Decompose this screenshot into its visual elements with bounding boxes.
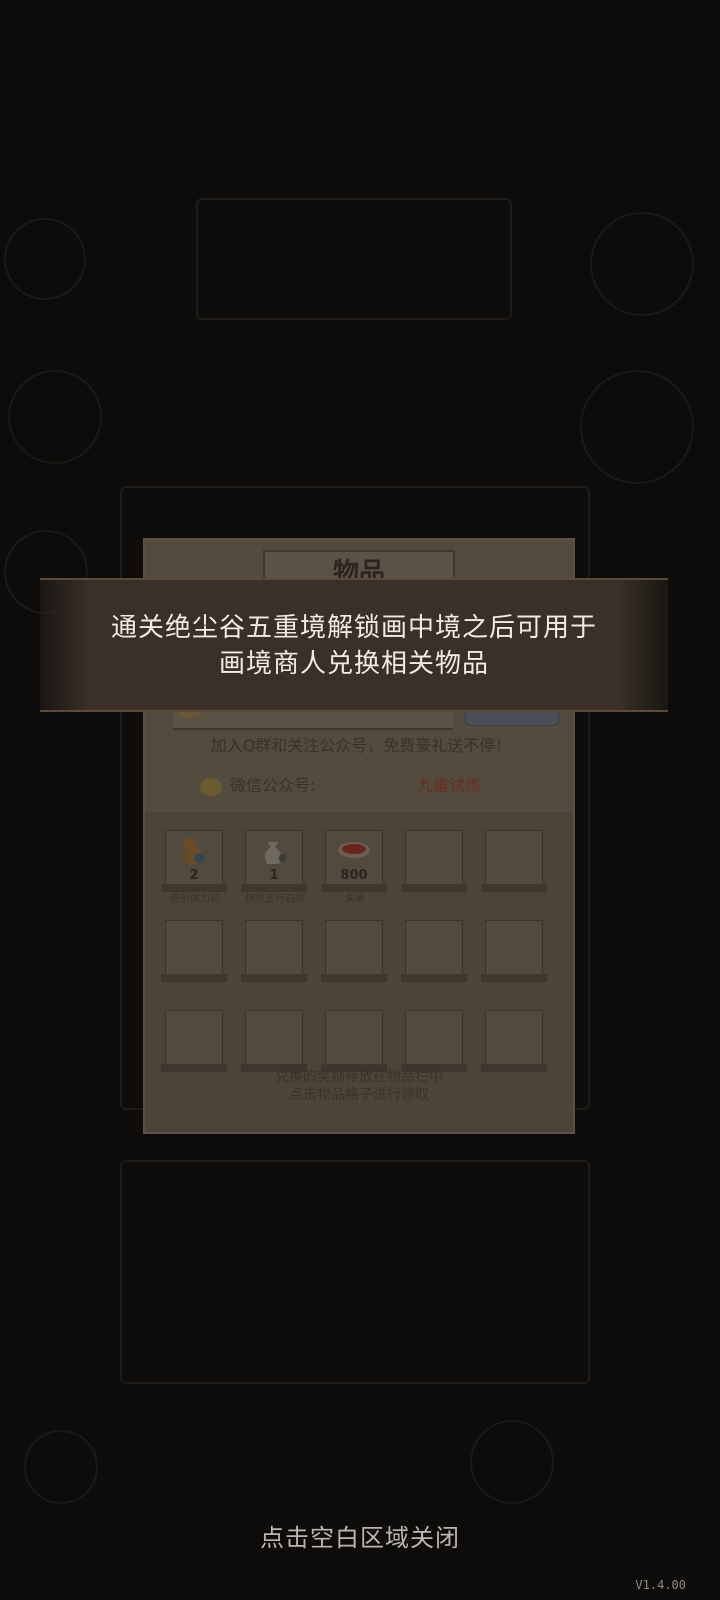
tooltip-banner: 通关绝尘谷五重境解锁画中境之后可用于 画境商人兑换相关物品 (40, 578, 668, 712)
tooltip-text: 通关绝尘谷五重境解锁画中境之后可用于 画境商人兑换相关物品 (40, 610, 668, 682)
inventory-slot[interactable]: 2 低阶体力药 (161, 828, 241, 906)
slot-frame (485, 1010, 543, 1066)
wechat-icon (200, 777, 222, 796)
item-name: 随机五行石袋 (245, 894, 305, 905)
storage-note: 兑换的奖励存放在物品栏中 点击物品格子进行领取 (145, 1068, 573, 1104)
inventory-slot-empty[interactable] (321, 918, 401, 996)
item-name: 朱墨 (345, 894, 365, 905)
inventory-slot-empty[interactable] (241, 918, 321, 996)
bg-left-icon-1 (4, 218, 86, 300)
slot-shadow (481, 884, 547, 892)
wechat-label: 微信公众号: (230, 776, 316, 795)
slot-frame (325, 920, 383, 976)
slot-shadow (161, 974, 227, 982)
bg-bottom-left-icon (24, 1430, 98, 1504)
gourd-icon (184, 838, 204, 865)
inventory-slot-empty[interactable] (401, 828, 481, 906)
item-count: 2 (189, 868, 199, 883)
bg-right-icon-2 (580, 370, 694, 484)
slot-frame (325, 1010, 383, 1066)
slot-shadow (241, 974, 307, 982)
bg-top-banner (196, 198, 512, 320)
slot-frame (485, 830, 543, 886)
item-name: 低阶体力药 (170, 894, 220, 905)
slot-frame (245, 920, 303, 976)
inventory-slot[interactable]: 800 朱墨 (321, 828, 401, 906)
storage-note-line1: 兑换的奖励存放在物品栏中 (275, 1069, 443, 1085)
slot-shadow (401, 884, 467, 892)
storage-note-line2: 点击物品格子进行领取 (289, 1087, 429, 1103)
inventory-grid: 2 低阶体力药 1 随机五行石袋 800 朱墨 (161, 828, 561, 1086)
slot-frame (485, 920, 543, 976)
inventory-slot-empty[interactable] (481, 828, 561, 906)
version-label: V1.4.00 (635, 1578, 686, 1592)
slot-frame (405, 830, 463, 886)
bg-bottom-right-icon (470, 1420, 554, 1504)
stone-bag-icon (264, 842, 287, 864)
slot-shadow (321, 974, 387, 982)
slot-frame (245, 1010, 303, 1066)
slot-shadow (481, 974, 547, 982)
slot-frame (405, 1010, 463, 1066)
item-count: 800 (340, 868, 368, 883)
inventory-slot-empty[interactable] (481, 918, 561, 996)
slot-frame (165, 1010, 223, 1066)
tooltip-line2: 画境商人兑换相关物品 (218, 649, 489, 679)
slot-shadow (401, 974, 467, 982)
tooltip-line1: 通关绝尘谷五重境解锁画中境之后可用于 (110, 613, 597, 643)
wechat-account-name: 九重试炼 (417, 776, 482, 795)
wechat-label-row: 微信公众号: (200, 772, 315, 796)
close-hint-text[interactable]: 点击空白区域关闭 (0, 1518, 720, 1553)
bg-lower-panel (120, 1160, 590, 1384)
item-count: 1 (269, 868, 279, 883)
inventory-slot[interactable]: 1 随机五行石袋 (241, 828, 321, 906)
ink-bowl-icon (338, 842, 370, 858)
inventory-slot-empty[interactable] (401, 918, 481, 996)
bg-right-icon-1 (590, 212, 694, 316)
slot-frame (405, 920, 463, 976)
slot-frame (165, 920, 223, 976)
promo-text: 加入Q群和关注公众号，免费豪礼送不停！ (210, 736, 512, 755)
inventory-slot-empty[interactable] (161, 918, 241, 996)
bg-left-icon-2 (8, 370, 102, 464)
